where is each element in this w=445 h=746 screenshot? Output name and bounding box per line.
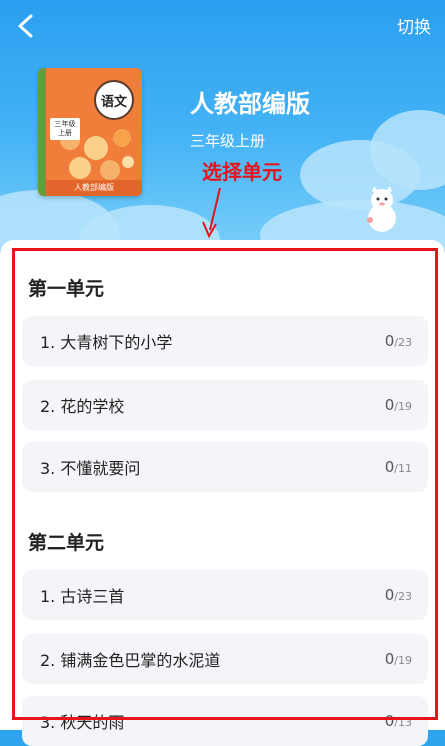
switch-button[interactable]: 切换 (397, 13, 431, 38)
highlight-box (12, 248, 438, 720)
cover-term-line: 上册 (58, 129, 72, 137)
subject-badge: 语文 (94, 80, 134, 120)
mascot-icon (367, 186, 396, 232)
annotation-arrow-icon (202, 187, 221, 239)
cover-grade-line: 三年级 (54, 120, 76, 128)
cover-spine (38, 68, 46, 196)
book-title: 人教部编版 (190, 90, 310, 118)
annotation-label: 选择单元 (202, 160, 282, 184)
cover-grade-label: 三年级 上册 (50, 118, 80, 140)
cover-publisher: 人教部编版 (46, 180, 142, 196)
back-button[interactable] (8, 8, 44, 44)
book-subtitle: 三年级上册 (190, 132, 266, 150)
textbook-cover: 语文 三年级 上册 人教部编版 (38, 68, 142, 196)
chevron-left-icon (18, 14, 33, 38)
